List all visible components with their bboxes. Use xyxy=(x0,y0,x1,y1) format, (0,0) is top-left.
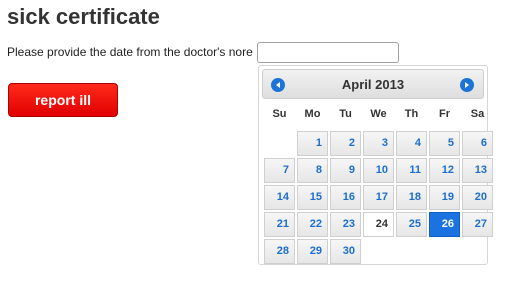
calendar-cell: 25 xyxy=(396,211,427,237)
weekday-header: Fr xyxy=(439,108,450,120)
calendar-cell: 15 xyxy=(297,184,328,210)
calendar-day[interactable]: 22 xyxy=(297,211,328,237)
calendar-day[interactable]: 10 xyxy=(363,157,394,183)
calendar-cell xyxy=(363,238,394,264)
calendar-cell xyxy=(264,130,295,156)
calendar-day[interactable]: 6 xyxy=(462,130,493,156)
calendar-day[interactable]: 12 xyxy=(429,157,460,183)
calendar-day[interactable]: 17 xyxy=(363,184,394,210)
calendar-cell: 17 xyxy=(363,184,394,210)
calendar-day[interactable]: 14 xyxy=(264,184,295,210)
report-ill-button[interactable]: report ill xyxy=(8,83,118,117)
calendar-cell: 24 xyxy=(363,211,394,237)
calendar-day[interactable]: 19 xyxy=(429,184,460,210)
weekday-header: We xyxy=(370,108,387,120)
calendar-cell: 3 xyxy=(363,130,394,156)
weekday-header: Tu xyxy=(339,108,352,120)
calendar-week-row: 28 29 30 xyxy=(264,238,493,264)
calendar-week-row: 7 8 9 10 11 12 13 xyxy=(264,157,493,183)
calendar-cell: 20 xyxy=(462,184,493,210)
calendar-cell: 4 xyxy=(396,130,427,156)
calendar-day[interactable]: 25 xyxy=(396,211,427,237)
datepicker: April 2013 Su Mo Tu We Th Fr Sa 1 2 3 4 5 6 7 8 9 10 11 1… xyxy=(258,65,493,265)
calendar-day[interactable]: 29 xyxy=(297,238,328,264)
calendar-cell: 1 xyxy=(297,130,328,156)
calendar-cell: 23 xyxy=(330,211,361,237)
weekday-header: Th xyxy=(404,108,419,120)
calendar-cell: 13 xyxy=(462,157,493,183)
calendar-day[interactable]: 5 xyxy=(429,130,460,156)
calendar-cell: 29 xyxy=(297,238,328,264)
calendar-cell: 18 xyxy=(396,184,427,210)
calendar-cell: 19 xyxy=(429,184,460,210)
calendar-cell xyxy=(429,238,460,264)
calendar-cell: 14 xyxy=(264,184,295,210)
calendar-day[interactable]: 30 xyxy=(330,238,361,264)
calendar-week-row: 21 22 23 24 25 26 27 xyxy=(264,211,493,237)
calendar-cell: 30 xyxy=(330,238,361,264)
weekday-header: Sa xyxy=(470,108,485,120)
calendar-cell: 2 xyxy=(330,130,361,156)
calendar-grid: Su Mo Tu We Th Fr Sa 1 2 3 4 5 6 7 8 9 10 11 12 13 14 15 16 17… xyxy=(262,107,495,265)
calendar-day[interactable]: 26 xyxy=(429,211,460,237)
calendar-day[interactable]: 27 xyxy=(462,211,493,237)
calendar-day[interactable]: 7 xyxy=(264,157,295,183)
calendar-day[interactable]: 4 xyxy=(396,130,427,156)
calendar-day[interactable]: 23 xyxy=(330,211,361,237)
calendar-day[interactable]: 24 xyxy=(363,211,394,237)
calendar-day[interactable]: 3 xyxy=(363,130,394,156)
calendar-day[interactable]: 28 xyxy=(264,238,295,264)
calendar-cell: 7 xyxy=(264,157,295,183)
month-title: April 2013 xyxy=(341,77,405,92)
calendar-cell: 22 xyxy=(297,211,328,237)
date-input[interactable] xyxy=(257,42,399,63)
weekday-header: Su xyxy=(272,108,287,120)
calendar-cell: 26 xyxy=(429,211,460,237)
calendar-cell: 8 xyxy=(297,157,328,183)
calendar-week-row: 14 15 16 17 18 19 20 xyxy=(264,184,493,210)
calendar-cell: 16 xyxy=(330,184,361,210)
calendar-week-row: 123456 xyxy=(264,130,493,156)
calendar-cell: 5 xyxy=(429,130,460,156)
calendar-day[interactable]: 11 xyxy=(396,157,427,183)
date-prompt-label: Please provide the date from the doctor'… xyxy=(7,45,253,59)
calendar-cell: 9 xyxy=(330,157,361,183)
calendar-day[interactable]: 18 xyxy=(396,184,427,210)
page-title: sick certificate xyxy=(7,4,160,29)
calendar-cell: 27 xyxy=(462,211,493,237)
calendar-day[interactable]: 8 xyxy=(297,157,328,183)
calendar-cell: 11 xyxy=(396,157,427,183)
calendar-cell: 12 xyxy=(429,157,460,183)
calendar-day[interactable]: 2 xyxy=(330,130,361,156)
calendar-day[interactable]: 21 xyxy=(264,211,295,237)
weekday-header: Mo xyxy=(304,108,321,120)
calendar-cell: 28 xyxy=(264,238,295,264)
calendar-day[interactable]: 1 xyxy=(297,130,328,156)
calendar-day[interactable]: 20 xyxy=(462,184,493,210)
calendar-day[interactable]: 13 xyxy=(462,157,493,183)
calendar-day[interactable]: 16 xyxy=(330,184,361,210)
calendar-cell xyxy=(462,238,493,264)
datepicker-header: April 2013 xyxy=(262,69,484,99)
next-month-icon[interactable] xyxy=(460,78,474,92)
calendar-cell: 6 xyxy=(462,130,493,156)
calendar-day[interactable]: 9 xyxy=(330,157,361,183)
calendar-cell: 10 xyxy=(363,157,394,183)
calendar-cell xyxy=(396,238,427,264)
calendar-cell: 21 xyxy=(264,211,295,237)
calendar-day[interactable]: 15 xyxy=(297,184,328,210)
